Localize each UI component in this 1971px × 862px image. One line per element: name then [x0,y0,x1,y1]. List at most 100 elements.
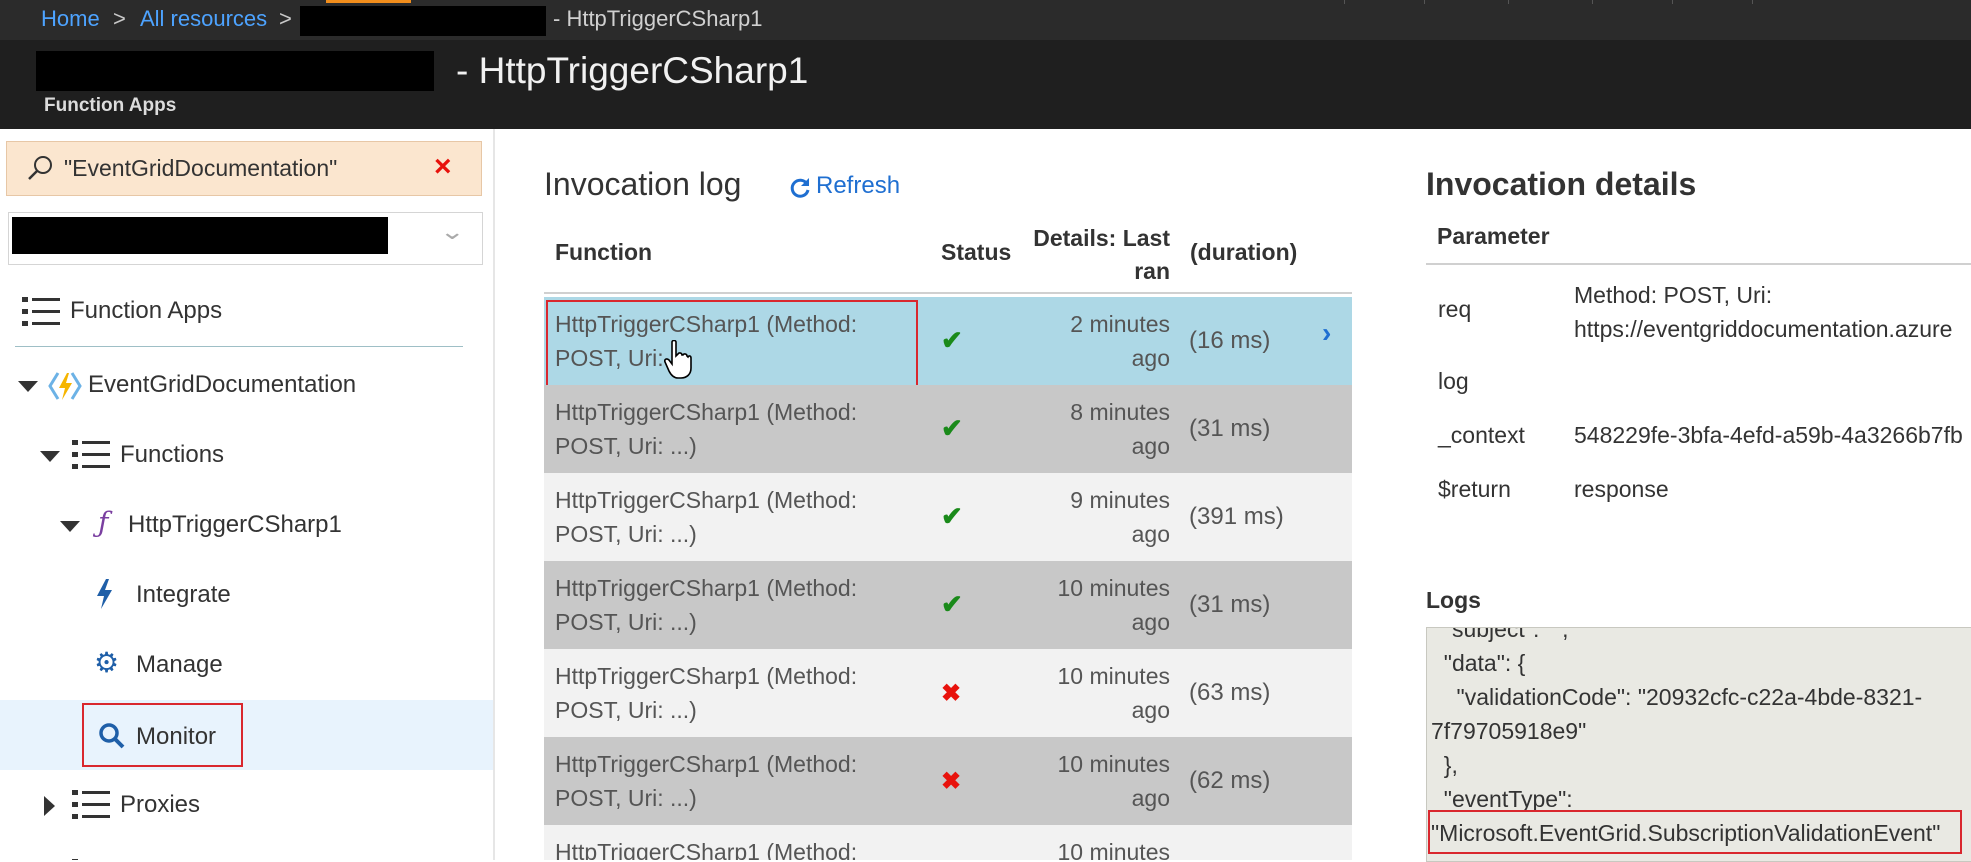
table-row[interactable]: HttpTriggerCSharp1 (Method: POST, Uri: .… [544,737,1352,825]
page-subtitle: Function Apps [44,95,177,116]
sidebar-item-label: Functions [120,441,225,468]
breadcrumb-bar [0,0,1971,40]
column-header-details-line1: Details: Last [1033,225,1170,251]
last-ran-cell: 10 minutes [1050,835,1170,860]
sidebar-item-proxies[interactable]: Proxies [38,786,478,826]
close-icon[interactable]: × [434,150,452,184]
parameter-value-line2: https://eventgriddocumentation.azure [1574,316,1953,342]
sidebar-item-function-apps[interactable]: Function Apps [22,293,462,333]
function-cell: HttpTriggerCSharp1 (Method: POST, Uri: .… [555,483,857,551]
nav-divider [15,346,463,347]
top-divider [1672,0,1673,4]
sidebar-item-monitor[interactable]: Monitor [82,703,243,767]
redacted-subscription [12,217,388,254]
last-ran-line1: 10 minutes [1057,751,1170,777]
sidebar-item-label: Manage [136,651,223,678]
log-line: 7f79705918e9" [1431,718,1587,744]
table-row[interactable]: HttpTriggerCSharp1 (Method: POST, Uri: .… [544,473,1352,561]
last-ran-line2: ago [1131,433,1170,459]
parameter-key: _context [1438,422,1525,448]
parameter-row-req: req Method: POST, Uri: https://eventgrid… [1426,272,1971,352]
sidebar-item-monitor-selected-bg [0,700,493,770]
parameter-value: 548229fe-3bfa-4efd-a59b-4a3266b7fb [1574,422,1963,448]
column-header-duration: (duration) [1190,239,1298,265]
log-line: "data": { [1431,650,1526,676]
refresh-button[interactable]: Refresh [786,170,900,206]
table-row[interactable]: HttpTriggerCSharp1 (Method: POST, Uri: .… [544,561,1352,649]
breadcrumb-home-link[interactable]: Home [41,6,100,32]
function-name-line1: HttpTriggerCSharp1 (Method: [555,751,858,777]
last-ran-line1: 9 minutes [1070,487,1170,513]
table-row-selected[interactable]: HttpTriggerCSharp1 (Method: POST, Uri: ✔… [544,297,1352,398]
last-ran-line2: ago [1131,345,1170,371]
breadcrumb-all-resources-link[interactable]: All resources [140,6,267,32]
sidebar-item-integrate[interactable]: Integrate [94,576,474,616]
table-header-divider [544,292,1352,294]
log-line: "subject": "", [1431,627,1569,642]
chevron-right-icon[interactable]: › [1322,317,1331,349]
chevron-right-icon[interactable] [44,796,55,816]
column-header-details: Details: Last ran [1020,222,1170,288]
table-row[interactable]: HttpTriggerCSharp1 (Method: POST, Uri: .… [544,385,1352,473]
list-icon [72,852,112,860]
lightning-icon [94,578,116,615]
top-divider [1508,0,1509,4]
logs-label: Logs [1426,587,1481,613]
refresh-label: Refresh [816,172,901,199]
error-icon: ✖ [941,680,962,707]
chevron-down-icon: ⌄ [439,219,466,244]
sidebar-item-manage[interactable]: ⚙ Manage [94,646,474,686]
event-type-highlight [1428,810,1962,854]
parameter-row-return: $return response [1426,472,1971,512]
last-ran-line1: 10 minutes [1057,575,1170,601]
invocation-details-title: Invocation details [1426,166,1697,202]
success-icon: ✔ [941,325,963,355]
function-icon: ƒ [98,506,109,539]
filter-value: "EventGridDocumentation" [64,155,338,181]
sidebar-item-label: Function Apps [70,297,223,324]
last-ran-cell: 10 minutes ago [1050,659,1170,727]
log-line: }, [1431,752,1458,778]
gear-icon: ⚙ [94,647,120,678]
sidebar-item-eventgriddocumentation[interactable]: EventGridDocumentation [16,366,476,406]
chevron-down-icon[interactable] [40,451,60,462]
chevron-down-icon[interactable] [60,521,80,532]
table-row[interactable]: HttpTriggerCSharp1 (Method: POST, Uri: .… [544,649,1352,737]
function-name-line2: POST, Uri: ...) [555,697,697,723]
top-divider [1592,0,1593,4]
breadcrumb-separator: > [279,6,292,31]
log-line: "validationCode": "20932cfc-c22a-4bde-83… [1431,684,1923,710]
last-ran-cell: 2 minutes ago [1050,307,1170,375]
duration-cell: (31 ms) [1189,591,1271,618]
function-cell: HttpTriggerCSharp1 (Method: POST, Uri: .… [555,395,857,463]
top-divider [1752,0,1753,4]
column-header-status: Status [941,239,1012,265]
parameter-row-log: log [1426,364,1971,404]
last-ran-cell: 10 minutes ago [1050,571,1170,639]
last-ran-cell: 8 minutes ago [1050,395,1170,463]
function-name-line2: POST, Uri: ...) [555,521,697,547]
last-ran-line1: 10 minutes [1057,839,1170,860]
parameter-header-row: Parameter [1426,215,1971,265]
sidebar-item-label: EventGridDocumentation [88,371,357,398]
sidebar-item-functions[interactable]: Functions [38,436,478,476]
breadcrumb-separator: > [113,6,126,31]
function-cell: HttpTriggerCSharp1 (Method: POST, Uri: .… [555,747,857,815]
function-app-icon [48,369,82,408]
success-icon: ✔ [941,413,963,443]
error-icon: ✖ [941,768,962,795]
last-ran-line1: 2 minutes [1070,311,1170,337]
top-divider [1344,0,1345,4]
redacted-app-name [36,51,434,91]
last-ran-line2: ago [1131,785,1170,811]
parameter-value: Method: POST, Uri: https://eventgriddocu… [1574,278,1952,346]
function-cell: HttpTriggerCSharp1 (Method: [555,835,857,860]
breadcrumb-current: - HttpTriggerCSharp1 [553,6,763,31]
last-ran-cell: 9 minutes ago [1050,483,1170,551]
sidebar-item-httptriggercsharp1[interactable]: ƒ HttpTriggerCSharp1 [58,506,478,546]
invocation-log-title: Invocation log [544,166,742,202]
list-icon [22,295,62,334]
chevron-down-icon[interactable] [18,381,38,392]
table-row[interactable]: HttpTriggerCSharp1 (Method: 10 minutes [544,825,1352,860]
parameter-key: req [1438,296,1472,322]
